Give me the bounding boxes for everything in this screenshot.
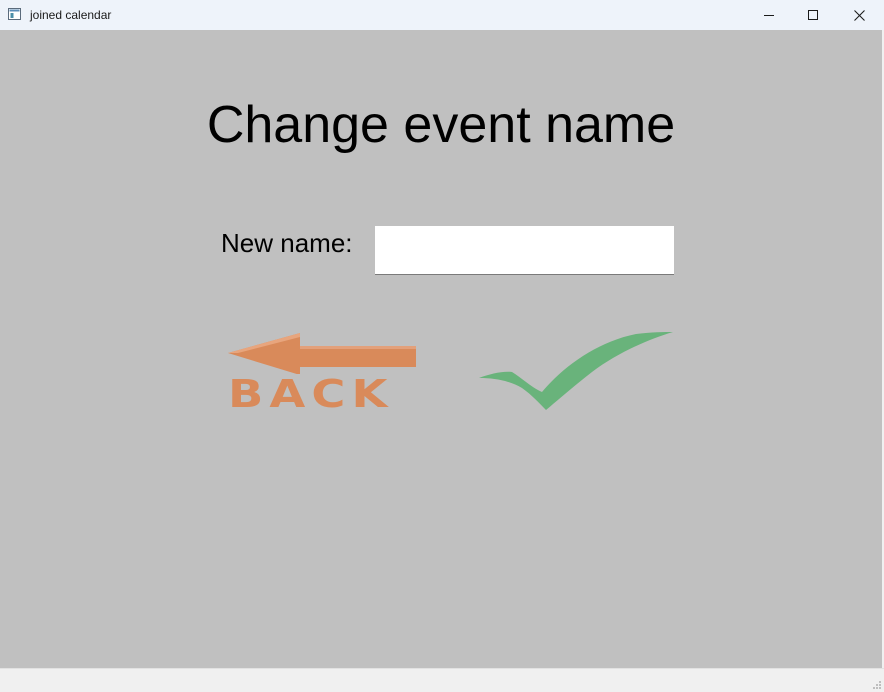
resize-grip-icon[interactable] <box>872 680 882 690</box>
minimize-icon <box>764 15 774 16</box>
page-title: Change event name <box>206 96 676 154</box>
checkmark-icon <box>479 332 673 410</box>
status-bar <box>0 668 884 692</box>
app-icon <box>8 8 21 20</box>
back-arrow-icon <box>228 333 416 374</box>
main-panel: Change event name New name: BACK <box>0 30 882 668</box>
confirm-button[interactable] <box>476 328 676 414</box>
minimize-button[interactable] <box>746 0 792 30</box>
maximize-button[interactable] <box>790 0 836 30</box>
new-name-input[interactable] <box>375 226 674 275</box>
back-label: BACK <box>228 372 394 416</box>
maximize-icon <box>808 10 818 20</box>
new-name-label: New name: <box>221 228 353 258</box>
window-title: joined calendar <box>30 8 112 22</box>
back-button[interactable]: BACK <box>224 328 424 414</box>
app-window: joined calendar Change event name New na… <box>0 0 884 692</box>
title-bar[interactable]: joined calendar <box>0 0 884 30</box>
close-button[interactable] <box>836 0 882 30</box>
close-icon <box>853 9 865 21</box>
